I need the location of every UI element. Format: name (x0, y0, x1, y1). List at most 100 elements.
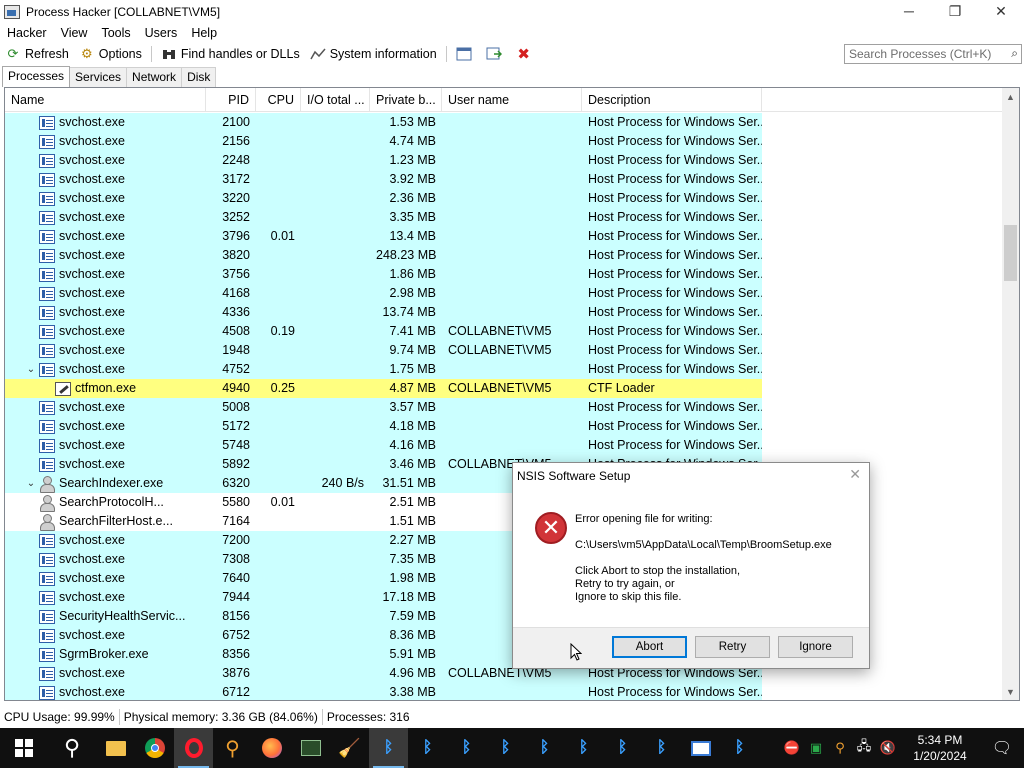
dialog-close-button[interactable]: ✕ (849, 466, 861, 483)
taskbar-bluetooth-1[interactable]: ᛒ (369, 728, 408, 768)
taskbar-bluetooth-8[interactable]: ᛒ (642, 728, 681, 768)
find-handles-button[interactable]: Find handles or DLLs (156, 44, 305, 64)
taskbar-cleaner[interactable]: 🧹 (330, 728, 369, 768)
column-header-private-bytes[interactable]: Private b... (370, 88, 442, 112)
taskbar-bluetooth-5[interactable]: ᛒ (525, 728, 564, 768)
magnifier-tray-icon[interactable]: ⚲ (828, 740, 852, 756)
tree-expander-chevron-down-icon[interactable]: ⌄ (25, 474, 37, 493)
network-icon[interactable]: 🖧 (852, 737, 876, 759)
process-row[interactable]: ⌄ svchost.exe 4752 1.75 MB Host Process for … (5, 360, 1005, 379)
taskbar-window-app[interactable] (681, 728, 720, 768)
column-header-pid[interactable]: PID (206, 88, 256, 112)
firefox-icon (261, 738, 282, 758)
pen-app-icon (55, 381, 71, 396)
process-row[interactable]: ctfmon.exe 4940 0.25 4.87 MB COLLABNET\VM5 CT… (5, 379, 1005, 398)
toolbar: ⟳ Refresh ⚙ Options Find handles or DLLs… (0, 43, 1024, 65)
terminate-button[interactable]: ✖ (511, 44, 541, 64)
green-app-icon[interactable]: ▣ (804, 740, 828, 756)
process-pid: 7164 (222, 514, 250, 528)
tab-services[interactable]: Services (69, 67, 128, 87)
physical-memory: Physical memory: 3.36 GB (84.06%) (120, 709, 323, 725)
process-row[interactable]: svchost.exe 3220 2.36 MB Host Process for W… (5, 189, 1005, 208)
taskbar-bluetooth-7[interactable]: ᛒ (603, 728, 642, 768)
refresh-button[interactable]: ⟳ Refresh (0, 44, 74, 64)
options-button[interactable]: ⚙ Options (74, 44, 147, 64)
abort-button[interactable]: Abort (612, 636, 687, 658)
service-window-icon (39, 305, 55, 320)
column-header-user-name[interactable]: User name (442, 88, 582, 112)
process-row[interactable]: svchost.exe 3172 3.92 MB Host Process for W… (5, 170, 1005, 189)
process-row[interactable]: svchost.exe 3756 1.86 MB Host Process for W… (5, 265, 1005, 284)
menu-view[interactable]: View (54, 26, 95, 40)
process-name-cell: svchost.exe (5, 284, 206, 303)
minimize-button[interactable]: ─ (886, 0, 932, 22)
column-header-description[interactable]: Description (582, 88, 762, 112)
taskbar-bluetooth-6[interactable]: ᛒ (564, 728, 603, 768)
menu-users[interactable]: Users (138, 26, 185, 40)
process-description: Host Process for Windows Ser... (588, 286, 762, 300)
find-window-button[interactable] (481, 44, 511, 64)
process-row[interactable]: svchost.exe 4168 2.98 MB Host Process for W… (5, 284, 1005, 303)
process-row[interactable]: svchost.exe 5172 4.18 MB Host Process for W… (5, 417, 1005, 436)
system-information-button[interactable]: System information (305, 44, 442, 64)
process-private-bytes: 3.46 MB (389, 457, 436, 471)
column-header-name[interactable]: Name (5, 88, 206, 112)
column-header-io-total[interactable]: I/O total ... (301, 88, 370, 112)
menu-tools[interactable]: Tools (94, 26, 137, 40)
window-button[interactable] (451, 44, 481, 64)
start-button[interactable] (0, 728, 48, 768)
process-row[interactable]: svchost.exe 5008 3.57 MB Host Process for W… (5, 398, 1005, 417)
process-user-name (442, 246, 582, 265)
service-window-icon (39, 191, 55, 206)
search-processes-input[interactable]: Search Processes (Ctrl+K) ⌕ (844, 44, 1022, 64)
taskbar-file-explorer[interactable] (96, 728, 135, 768)
maximize-button[interactable]: ❐ (932, 0, 978, 22)
ignore-button[interactable]: Ignore (778, 636, 853, 658)
column-header-cpu[interactable]: CPU (256, 88, 301, 112)
process-name: svchost.exe (59, 590, 126, 604)
process-row[interactable]: svchost.exe 1948 9.74 MB COLLABNET\VM5 Host … (5, 341, 1005, 360)
process-row-cells: svchost.exe 2248 1.23 MB Host Process for W… (5, 151, 762, 170)
process-row[interactable]: svchost.exe 4336 13.74 MB Host Process for … (5, 303, 1005, 322)
taskbar-task-manager[interactable] (291, 728, 330, 768)
close-button[interactable]: ✕ (978, 0, 1024, 22)
tab-network[interactable]: Network (126, 67, 183, 87)
process-row[interactable]: svchost.exe 2100 1.53 MB Host Process for W… (5, 113, 1005, 132)
network-disconnected-icon[interactable]: ⛔ (780, 740, 804, 756)
vertical-scrollbar[interactable]: ▲ ▼ (1002, 88, 1019, 700)
dialog-message: Error opening file for writing: C:\Users… (575, 513, 832, 604)
taskbar-search-tool[interactable]: ⚲ (213, 728, 252, 768)
volume-muted-icon[interactable]: 🔇 (876, 740, 900, 756)
process-row[interactable]: svchost.exe 3820 248.23 MB Host Process for… (5, 246, 1005, 265)
tab-processes[interactable]: Processes (2, 66, 71, 87)
taskbar-chrome[interactable] (135, 728, 174, 768)
menu-help[interactable]: Help (184, 26, 224, 40)
process-row[interactable]: svchost.exe 6712 3.38 MB Host Process for W… (5, 683, 1005, 700)
process-cpu (256, 246, 301, 265)
taskbar-bluetooth-9[interactable]: ᛒ (720, 728, 759, 768)
process-row[interactable]: svchost.exe 3796 0.01 13.4 MB Host Process f… (5, 227, 1005, 246)
taskbar-bluetooth-3[interactable]: ᛒ (447, 728, 486, 768)
scroll-down-arrow-icon[interactable]: ▼ (1002, 683, 1019, 700)
search-taskbar-button[interactable]: ⚲ (48, 728, 96, 768)
process-row[interactable]: svchost.exe 4508 0.19 7.41 MB COLLABNET\VM5 H… (5, 322, 1005, 341)
tab-disk[interactable]: Disk (181, 67, 217, 87)
taskbar-bluetooth-2[interactable]: ᛒ (408, 728, 447, 768)
process-row[interactable]: svchost.exe 2248 1.23 MB Host Process for W… (5, 151, 1005, 170)
process-row[interactable]: svchost.exe 5748 4.16 MB Host Process for W… (5, 436, 1005, 455)
process-row[interactable]: svchost.exe 3252 3.35 MB Host Process for W… (5, 208, 1005, 227)
retry-button[interactable]: Retry (695, 636, 770, 658)
menu-hacker[interactable]: Hacker (0, 26, 54, 40)
taskbar-clock[interactable]: 5:34 PM 1/20/2024 (900, 732, 980, 764)
process-pid: 3796 (222, 229, 250, 243)
process-row[interactable]: svchost.exe 2156 4.74 MB Host Process for W… (5, 132, 1005, 151)
tree-expander-chevron-down-icon[interactable]: ⌄ (25, 360, 37, 379)
scrollbar-thumb[interactable] (1004, 225, 1017, 281)
taskbar-bluetooth-4[interactable]: ᛒ (486, 728, 525, 768)
taskbar-opera[interactable] (174, 728, 213, 768)
taskbar-firefox[interactable] (252, 728, 291, 768)
scroll-up-arrow-icon[interactable]: ▲ (1002, 88, 1019, 105)
process-description: Host Process for Windows Ser... (588, 400, 762, 414)
process-io-total (301, 398, 370, 417)
notification-center-icon[interactable]: 🗨 (980, 738, 1024, 758)
